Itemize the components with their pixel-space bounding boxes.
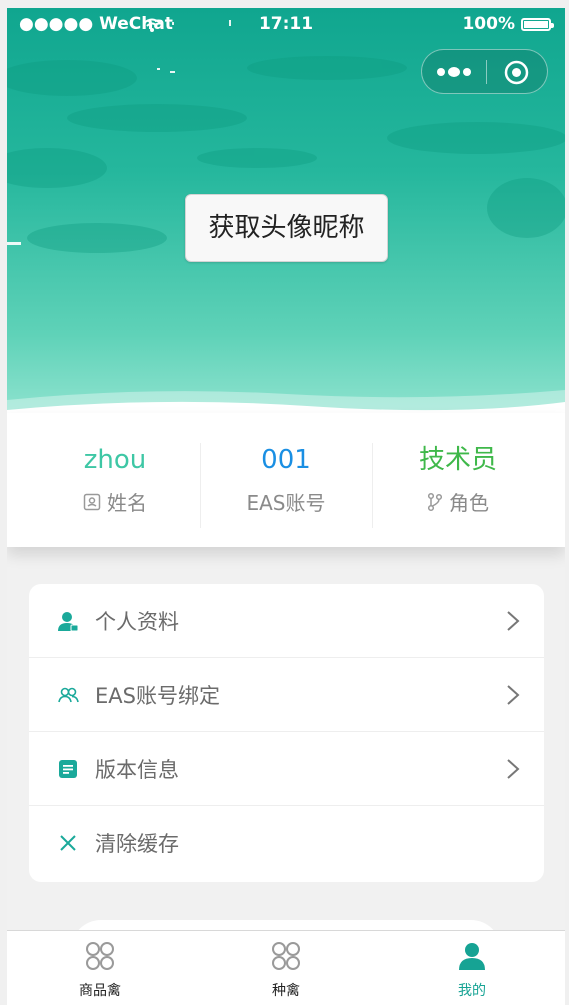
miniprogram-capsule: [421, 49, 548, 94]
document-icon: [59, 760, 77, 778]
eas-account-value: 001: [261, 445, 311, 475]
person-icon: [459, 943, 485, 970]
profile-header: ●●●●● WeChat 17:11 100% 获取头像昵称: [7, 8, 565, 416]
account-column: 001 EAS账号: [200, 440, 372, 530]
eas-account-label: EAS账号: [246, 491, 326, 515]
phone-screen: ●●●●● WeChat 17:11 100% 获取头像昵称 zhou 姓名 0…: [7, 8, 565, 1005]
users-icon: [58, 687, 79, 703]
role-column: 技术员 角色: [372, 440, 544, 530]
close-miniprogram-icon[interactable]: [504, 60, 529, 85]
user-name: zhou: [83, 445, 147, 475]
chevron-right-icon: [507, 685, 520, 705]
battery-percent: 100%: [462, 14, 515, 34]
tab-bar: 商品禽 种禽 我的: [7, 930, 565, 1005]
grid-circles-icon: [272, 942, 300, 970]
role-label: 角色: [449, 491, 489, 515]
grid-circles-icon: [86, 942, 114, 970]
menu-item-label: EAS账号绑定: [95, 683, 220, 708]
id-card-icon: [83, 493, 101, 510]
user-icon: [58, 612, 79, 632]
tab-commercial-poultry[interactable]: 商品禽: [7, 931, 193, 1005]
role-value: 技术员: [418, 445, 497, 475]
menu-item-profile[interactable]: 个人资料: [29, 584, 544, 658]
menu-item-clear-cache[interactable]: 清除缓存: [29, 806, 544, 880]
name-label: 姓名: [107, 491, 147, 515]
tab-label: 我的: [458, 983, 486, 999]
status-bar: ●●●●● WeChat 17:11 100%: [7, 8, 565, 42]
settings-menu: 个人资料 EAS账号绑定 版本信息 清除缓存: [29, 584, 544, 882]
profile-info-card: zhou 姓名 001 EAS账号 技术员 角色: [7, 413, 565, 547]
menu-item-label: 个人资料: [95, 609, 179, 634]
capsule-divider: [486, 60, 487, 84]
chevron-right-icon: [507, 611, 520, 631]
menu-item-label: 版本信息: [95, 757, 179, 782]
battery-status: 100%: [462, 14, 554, 34]
tab-label: 商品禽: [79, 983, 121, 999]
chevron-right-icon: [507, 759, 520, 779]
tab-mine[interactable]: 我的: [379, 931, 565, 1005]
menu-item-label: 清除缓存: [95, 832, 179, 856]
menu-item-eas-binding[interactable]: EAS账号绑定: [29, 658, 544, 732]
branch-icon: [427, 492, 443, 511]
get-avatar-button[interactable]: 获取头像昵称: [185, 194, 388, 262]
battery-icon: [521, 17, 554, 31]
tab-breeder-poultry[interactable]: 种禽: [193, 931, 379, 1005]
close-icon: [60, 835, 76, 851]
header-wave: [7, 390, 565, 416]
more-icon[interactable]: [436, 64, 472, 80]
name-column: zhou 姓名: [29, 440, 201, 530]
tab-label: 种禽: [272, 983, 300, 999]
menu-item-version[interactable]: 版本信息: [29, 732, 544, 806]
